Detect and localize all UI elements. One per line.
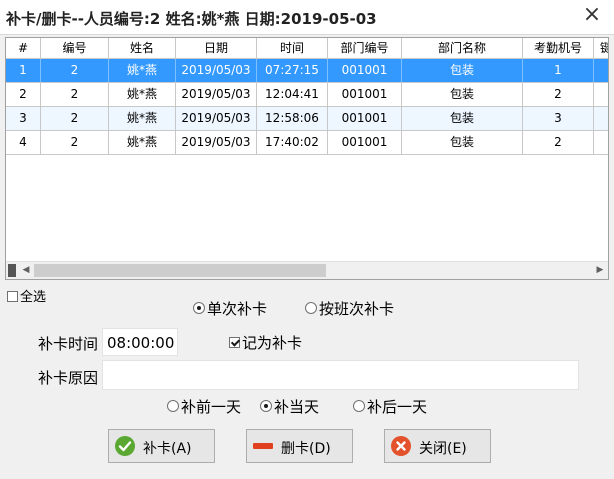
- cell-id: 2: [41, 83, 109, 106]
- horizontal-scrollbar[interactable]: ◀ ▶: [6, 261, 608, 279]
- cell-date: 2019/05/03: [176, 83, 257, 106]
- cell-name: 姚*燕: [109, 59, 176, 82]
- table-row[interactable]: 2 2 姚*燕 2019/05/03 12:04:41 001001 包装 2: [6, 83, 608, 107]
- cell-dept-id: 001001: [328, 131, 402, 154]
- red-minus-icon: [253, 443, 273, 449]
- shift-mode-radio[interactable]: 按班次补卡: [305, 298, 394, 319]
- add-punch-button[interactable]: 补卡(A): [108, 429, 215, 463]
- cell-index: 3: [6, 107, 41, 130]
- cell-dept-name: 包装: [402, 59, 523, 82]
- record-as-label: 记为补卡: [242, 334, 303, 352]
- scrollbar-thumb[interactable]: [34, 264, 326, 277]
- table-row[interactable]: 4 2 姚*燕 2019/05/03 17:40:02 001001 包装 2: [6, 131, 608, 155]
- delete-punch-label: 删卡(D): [281, 441, 331, 457]
- window-title: 补卡/删卡--人员编号:2 姓名:姚*燕 日期:2019-05-03: [6, 10, 377, 28]
- current-day-label: 补当天: [274, 398, 320, 416]
- prev-day-radio[interactable]: 补前一天: [167, 396, 241, 417]
- grid-header: # 编号 姓名 日期 时间 部门编号 部门名称 考勤机号 键: [6, 38, 608, 59]
- scroll-right-arrow-icon[interactable]: ▶: [592, 262, 608, 279]
- cell-dept-name: 包装: [402, 131, 523, 154]
- table-row[interactable]: 1 2 姚*燕 2019/05/03 07:27:15 001001 包装 1: [6, 59, 608, 83]
- single-mode-radio[interactable]: 单次补卡: [193, 298, 267, 319]
- cell-dept-name: 包装: [402, 83, 523, 106]
- cell-time: 12:04:41: [257, 83, 328, 106]
- close-button[interactable]: 关闭(E): [384, 429, 491, 463]
- prev-day-label: 补前一天: [181, 398, 242, 416]
- prev-day-dot[interactable]: [167, 400, 179, 412]
- select-all-label: 全选: [20, 290, 47, 305]
- col-header-machine-no[interactable]: 考勤机号: [523, 38, 594, 58]
- cell-dept-id: 001001: [328, 83, 402, 106]
- col-header-dept-id[interactable]: 部门编号: [328, 38, 402, 58]
- cell-date: 2019/05/03: [176, 107, 257, 130]
- time-input[interactable]: 08:00:00: [102, 328, 178, 356]
- cell-machine-no: 1: [523, 59, 594, 82]
- cell-name: 姚*燕: [109, 107, 176, 130]
- select-all-checkbox[interactable]: 全选: [7, 286, 46, 305]
- col-header-index[interactable]: #: [6, 38, 41, 58]
- title-bar: 补卡/删卡--人员编号:2 姓名:姚*燕 日期:2019-05-03 ×: [0, 0, 614, 35]
- cell-time: 17:40:02: [257, 131, 328, 154]
- col-header-date[interactable]: 日期: [176, 38, 257, 58]
- single-mode-label: 单次补卡: [207, 300, 268, 318]
- col-header-id[interactable]: 编号: [41, 38, 109, 58]
- cell-time: 12:58:06: [257, 107, 328, 130]
- next-day-label: 补后一天: [367, 398, 428, 416]
- current-day-dot[interactable]: [260, 400, 272, 412]
- cell-id: 2: [41, 107, 109, 130]
- col-header-extra[interactable]: 键: [594, 38, 608, 58]
- cell-dept-id: 001001: [328, 107, 402, 130]
- scroll-left-arrow-icon[interactable]: ◀: [18, 262, 34, 279]
- next-day-dot[interactable]: [353, 400, 365, 412]
- cell-date: 2019/05/03: [176, 59, 257, 82]
- col-header-name[interactable]: 姓名: [109, 38, 176, 58]
- cell-date: 2019/05/03: [176, 131, 257, 154]
- frozen-column-grip[interactable]: [8, 264, 16, 277]
- col-header-dept-name[interactable]: 部门名称: [402, 38, 523, 58]
- select-all-box[interactable]: [7, 290, 18, 302]
- record-as-box[interactable]: [229, 336, 240, 348]
- cell-id: 2: [41, 131, 109, 154]
- cell-machine-no: 2: [523, 83, 594, 106]
- reason-input[interactable]: [102, 360, 579, 390]
- cell-id: 2: [41, 59, 109, 82]
- single-mode-dot[interactable]: [193, 302, 205, 314]
- red-x-icon: [391, 436, 411, 456]
- cell-machine-no: 2: [523, 131, 594, 154]
- add-punch-label: 补卡(A): [143, 441, 192, 457]
- record-as-checkbox[interactable]: 记为补卡: [229, 332, 302, 353]
- cell-time: 07:27:15: [257, 59, 328, 82]
- current-day-radio[interactable]: 补当天: [260, 396, 319, 417]
- cell-dept-name: 包装: [402, 107, 523, 130]
- cell-index: 2: [6, 83, 41, 106]
- records-grid[interactable]: # 编号 姓名 日期 时间 部门编号 部门名称 考勤机号 键 1 2 姚*燕 2…: [5, 37, 609, 280]
- cell-machine-no: 3: [523, 107, 594, 130]
- cell-name: 姚*燕: [109, 131, 176, 154]
- close-icon[interactable]: ×: [580, 3, 604, 27]
- time-label: 补卡时间: [38, 335, 99, 353]
- reason-label: 补卡原因: [38, 369, 99, 387]
- cell-index: 1: [6, 59, 41, 82]
- next-day-radio[interactable]: 补后一天: [353, 396, 427, 417]
- cell-dept-id: 001001: [328, 59, 402, 82]
- cell-name: 姚*燕: [109, 83, 176, 106]
- col-header-time[interactable]: 时间: [257, 38, 328, 58]
- shift-mode-label: 按班次补卡: [319, 300, 395, 318]
- delete-punch-button[interactable]: 删卡(D): [246, 429, 353, 463]
- close-label: 关闭(E): [419, 441, 467, 457]
- green-check-icon: [115, 436, 135, 456]
- table-row[interactable]: 3 2 姚*燕 2019/05/03 12:58:06 001001 包装 3: [6, 107, 608, 131]
- shift-mode-dot[interactable]: [305, 302, 317, 314]
- cell-index: 4: [6, 131, 41, 154]
